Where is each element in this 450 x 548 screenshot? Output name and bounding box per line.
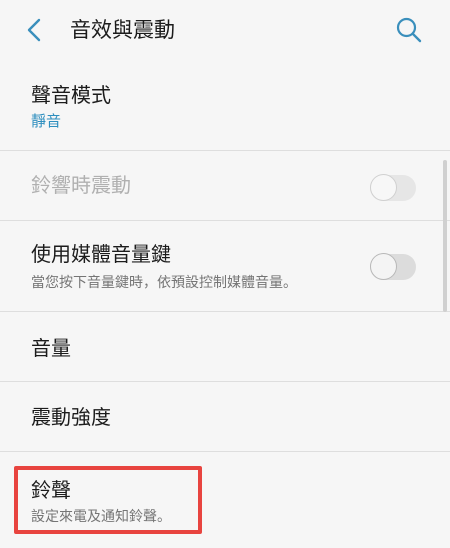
media-volume-keys-toggle[interactable]	[370, 253, 416, 280]
highlight-box	[14, 466, 202, 534]
vibrate-while-ringing-toggle[interactable]	[370, 174, 416, 201]
sound-mode-label: 聲音模式	[31, 83, 111, 107]
list-item-vibration-intensity[interactable]: 震動強度	[0, 382, 450, 452]
scrollbar[interactable]	[443, 160, 447, 312]
media-volume-keys-label: 使用媒體音量鍵	[31, 242, 171, 266]
media-volume-keys-description: 當您按下音量鍵時，依預設控制媒體音量。	[31, 275, 297, 291]
toggle-knob	[370, 253, 397, 280]
search-icon[interactable]	[394, 15, 424, 45]
chevron-left-icon[interactable]	[22, 17, 48, 43]
app-header: 音效與震動	[0, 0, 450, 60]
sound-mode-value: 靜音	[31, 112, 62, 130]
vibrate-while-ringing-label: 鈴響時震動	[31, 173, 131, 197]
page-title: 音效與震動	[70, 18, 175, 42]
volume-label: 音量	[31, 336, 71, 360]
vibration-intensity-label: 震動強度	[31, 405, 111, 429]
list-item-vibrate-while-ringing[interactable]: 鈴響時震動	[0, 151, 450, 221]
list-item-media-volume-keys[interactable]: 使用媒體音量鍵 當您按下音量鍵時，依預設控制媒體音量。	[0, 221, 450, 312]
list-item-volume[interactable]: 音量	[0, 312, 450, 382]
toggle-knob	[370, 174, 397, 201]
list-item-sound-mode[interactable]: 聲音模式 靜音	[0, 60, 450, 151]
